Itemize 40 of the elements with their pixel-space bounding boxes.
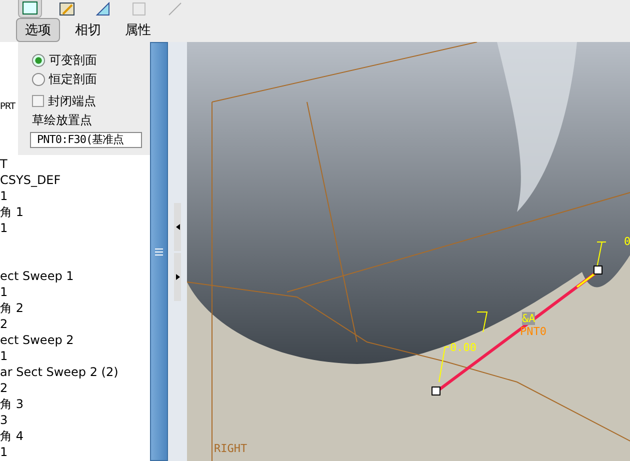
right-triangle-icon <box>176 274 180 280</box>
scrollbar[interactable] <box>150 42 168 461</box>
tree-item[interactable]: 1 <box>0 444 150 460</box>
tree-item[interactable]: ect Sweep 2 <box>0 332 150 348</box>
tree-item[interactable]: 2 <box>0 316 150 332</box>
tree-item[interactable]: 角 2 <box>0 300 150 316</box>
checkbox[interactable] <box>32 95 44 107</box>
collapse-left-button[interactable] <box>174 202 181 250</box>
tree-item[interactable]: 3 <box>0 412 150 428</box>
tree-item[interactable]: 角 1 <box>0 204 150 220</box>
grip-icon <box>155 248 163 256</box>
tree-item[interactable]: 1 <box>0 188 150 204</box>
radio-button[interactable] <box>32 54 45 66</box>
tree-item[interactable]: 1 <box>0 284 150 300</box>
tab[interactable]: 相切 <box>66 18 110 42</box>
tree-item[interactable]: 角 4 <box>0 428 150 444</box>
tree-item[interactable]: ar Sect Sweep 2 (2) <box>0 364 150 380</box>
datum-label: RIGHT <box>214 442 248 455</box>
tree-item[interactable]: T <box>0 156 150 172</box>
checkbox-label: 封闭端点 <box>48 92 96 110</box>
radio-label: 可变剖面 <box>49 52 97 68</box>
point-label: PNT0 <box>520 325 546 338</box>
expand-right-button[interactable] <box>174 252 181 300</box>
tab[interactable]: 属性 <box>116 18 160 42</box>
input-field[interactable]: PNT0:F30(基准点 <box>30 132 142 148</box>
tree-item[interactable]: 2 <box>0 380 150 396</box>
dimension-value: 0 <box>624 235 630 248</box>
tree-item[interactable]: 1 <box>0 348 150 364</box>
dimension-value: 0.00 <box>450 341 476 354</box>
tree-item[interactable]: PRT <box>0 102 16 112</box>
tree-item[interactable]: CSYS_DEF <box>0 172 150 188</box>
field-label: 草绘放置点 <box>32 112 93 129</box>
tree-item[interactable]: ect Sweep 1 <box>0 268 150 284</box>
radio-button[interactable] <box>32 72 45 86</box>
marker-label: &A <box>522 312 536 325</box>
left-triangle-icon <box>176 224 180 230</box>
tree-item[interactable]: 1 <box>0 220 150 236</box>
tab[interactable]: 选项 <box>16 18 60 42</box>
tree-item[interactable]: 角 3 <box>0 396 150 412</box>
radio-label: 恒定剖面 <box>49 70 97 88</box>
